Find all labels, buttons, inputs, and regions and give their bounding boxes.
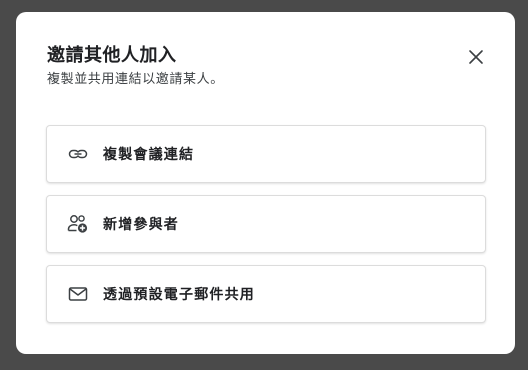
option-label: 透過預設電子郵件共用 xyxy=(103,287,255,303)
invite-dialog: 邀請其他人加入 複製並共用連結以邀請某人。 複製會議連結 新增參與者 透過預設電… xyxy=(16,12,515,354)
modal-backdrop: 邀請其他人加入 複製並共用連結以邀請某人。 複製會議連結 新增參與者 透過預設電… xyxy=(0,0,528,370)
share-via-email-button[interactable]: 透過預設電子郵件共用 xyxy=(46,265,486,323)
add-participant-button[interactable]: 新增參與者 xyxy=(46,195,486,253)
close-button[interactable] xyxy=(463,44,489,70)
mail-icon xyxy=(67,283,89,305)
close-icon xyxy=(468,49,484,65)
link-icon xyxy=(67,143,89,165)
option-label: 複製會議連結 xyxy=(103,147,195,163)
option-label: 新增參與者 xyxy=(103,217,179,233)
dialog-subtitle: 複製並共用連結以邀請某人。 xyxy=(47,72,224,87)
copy-meeting-link-button[interactable]: 複製會議連結 xyxy=(46,125,486,183)
dialog-title: 邀請其他人加入 xyxy=(47,45,177,66)
add-person-icon xyxy=(67,213,89,235)
